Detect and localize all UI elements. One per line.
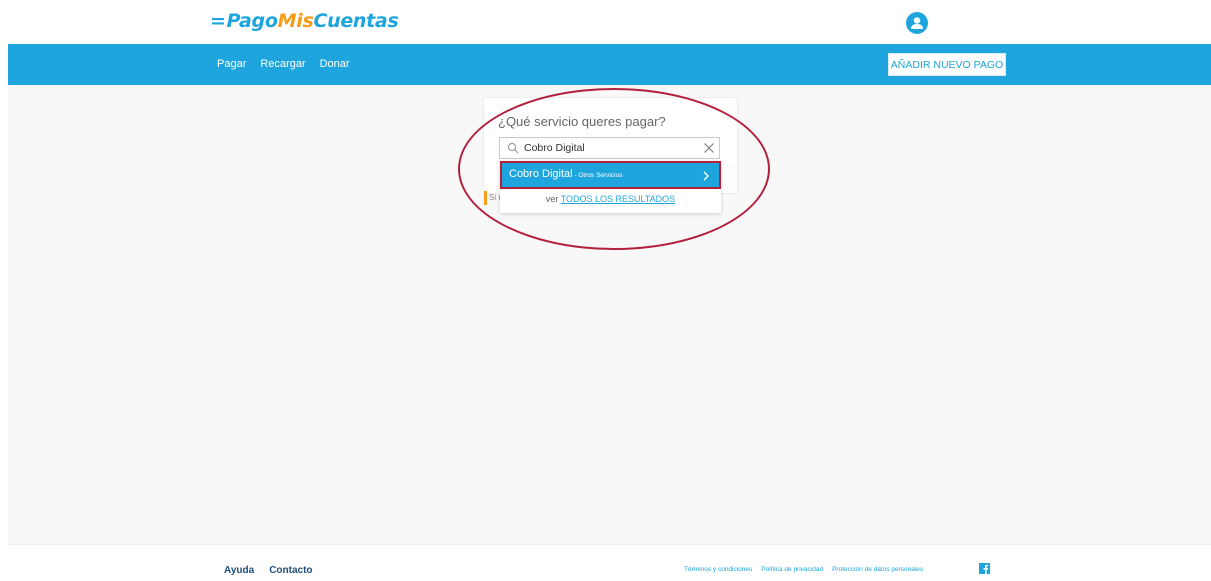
legal-link-proteccion-datos[interactable]: Protección de datos personales — [832, 566, 923, 573]
result-category: Otros Servicios — [578, 172, 623, 179]
logo-word-cuentas: Cuentas — [313, 10, 399, 32]
see-all-prefix: ver — [545, 194, 561, 204]
footer-link-ayuda[interactable]: Ayuda — [224, 565, 254, 576]
nav-item-recargar[interactable]: Recargar — [260, 58, 305, 70]
logo-bars: = — [210, 10, 226, 32]
logo-word-mis: Mis — [277, 10, 314, 32]
chevron-right-icon — [703, 171, 709, 181]
page-footer: Ayuda Contacto Términos y condiciones Po… — [8, 544, 1211, 581]
result-name: Cobro Digital — [509, 168, 573, 180]
top-header: =PagoMisCuentas — [8, 0, 1211, 44]
footer-link-contacto[interactable]: Contacto — [269, 565, 312, 576]
main-nav: Pagar Recargar Donar AÑADIR NUEVO PAGO — [8, 44, 1211, 85]
main-content: ¿Qué servicio queres pagar? Si r Cobro D… — [8, 85, 1211, 544]
search-result-item[interactable]: Cobro Digital - Otros Servicios — [500, 161, 721, 189]
search-title: ¿Qué servicio queres pagar? — [498, 114, 666, 129]
nav-links: Pagar Recargar Donar — [217, 58, 350, 70]
footer-links: Ayuda Contacto — [224, 565, 313, 576]
result-label: Cobro Digital - Otros Servicios — [509, 168, 622, 180]
legal-links: Términos y condiciones Política de priva… — [684, 566, 923, 573]
facebook-icon[interactable] — [979, 563, 990, 574]
user-circle-icon[interactable] — [906, 12, 928, 34]
search-input[interactable] — [522, 139, 697, 157]
legal-link-privacidad[interactable]: Política de privacidad — [761, 566, 823, 573]
search-icon — [507, 142, 519, 154]
page: =PagoMisCuentas Pagar Recargar Donar AÑA… — [8, 0, 1211, 581]
close-icon[interactable] — [703, 142, 715, 154]
nav-item-pagar[interactable]: Pagar — [217, 58, 246, 70]
see-all-results: ver TODOS LOS RESULTADOS — [500, 194, 721, 204]
nav-item-donar[interactable]: Donar — [320, 58, 350, 70]
add-new-payment-button[interactable]: AÑADIR NUEVO PAGO — [888, 53, 1006, 76]
search-box[interactable] — [499, 137, 720, 159]
pagomiscuentas-logo[interactable]: =PagoMisCuentas — [210, 10, 399, 32]
info-note-marker — [484, 191, 487, 205]
legal-link-terminos[interactable]: Términos y condiciones — [684, 566, 752, 573]
search-results-dropdown: Cobro Digital - Otros Servicios ver TODO… — [500, 161, 721, 213]
see-all-results-link[interactable]: TODOS LOS RESULTADOS — [561, 194, 676, 204]
logo-word-pago: Pago — [226, 10, 278, 32]
